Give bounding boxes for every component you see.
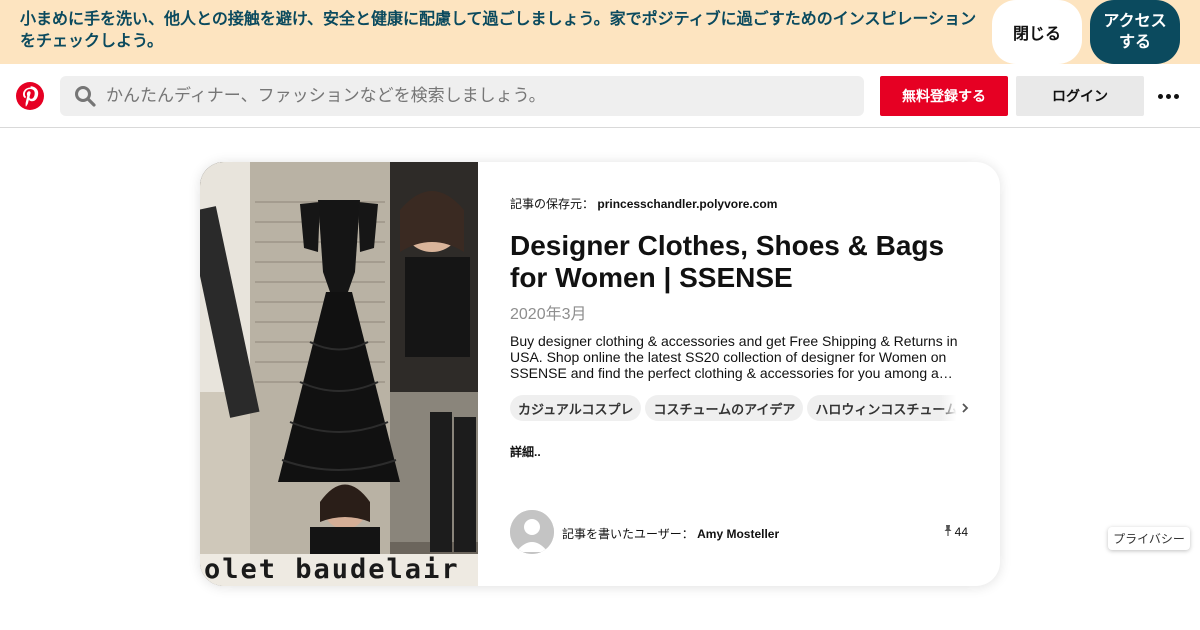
ellipsis-icon[interactable]: [1156, 86, 1180, 106]
signup-button[interactable]: 無料登録する: [880, 76, 1008, 116]
author-name-link[interactable]: Amy Mosteller: [697, 527, 779, 541]
author-info: 記事を書いたユーザー： Amy Mosteller: [562, 525, 779, 542]
access-button-label: アクセスする: [1103, 13, 1167, 51]
search-icon: [74, 85, 96, 107]
tag-chip[interactable]: カジュアルコスプレ: [510, 395, 642, 421]
privacy-button[interactable]: プライバシー: [1108, 527, 1190, 550]
saved-from-label: 記事の保存元：: [510, 197, 595, 211]
pin-details: 記事の保存元： princesschandler.polyvore.com De…: [510, 162, 970, 586]
tag-list: カジュアルコスプレ コスチュームのアイデア ハロウィンコスチューム: [510, 395, 970, 423]
search-bar[interactable]: [60, 76, 864, 116]
avatar[interactable]: [510, 510, 554, 554]
pin-date: 2020年3月: [510, 306, 587, 323]
more-details-link[interactable]: 詳細..: [510, 443, 541, 460]
pin-title[interactable]: Designer Clothes, Shoes & Bags for Women…: [510, 230, 970, 294]
saved-from-source-link[interactable]: princesschandler.polyvore.com: [597, 197, 777, 211]
tag-chip[interactable]: コスチュームのアイデア: [645, 395, 804, 421]
pinterest-logo-icon[interactable]: [16, 82, 44, 110]
login-button[interactable]: ログイン: [1016, 76, 1144, 116]
author-row: 記事を書いたユーザー： Amy Mosteller 44: [510, 510, 970, 554]
info-banner: 小まめに手を洗い、他人との接触を避け、安全と健康に配慮して過ごしましょう。家でポ…: [0, 0, 1200, 64]
pin-image[interactable]: olet baudelair: [200, 162, 478, 586]
image-caption: olet baudelair: [204, 554, 460, 585]
top-header: 無料登録する ログイン: [0, 64, 1200, 128]
pin-count: 44: [943, 524, 968, 539]
close-button[interactable]: 閉じる: [992, 0, 1082, 64]
access-button[interactable]: アクセスする: [1090, 0, 1180, 64]
pin-description: Buy designer clothing & accessories and …: [510, 333, 958, 381]
pin-count-value: 44: [954, 524, 968, 539]
chevron-right-icon[interactable]: [940, 395, 970, 421]
author-label: 記事を書いたユーザー：: [562, 527, 694, 541]
pushpin-icon: [943, 524, 953, 539]
saved-from: 記事の保存元： princesschandler.polyvore.com: [510, 195, 777, 212]
search-input[interactable]: [106, 76, 846, 116]
banner-message: 小まめに手を洗い、他人との接触を避け、安全と健康に配慮して過ごしましょう。家でポ…: [20, 11, 977, 50]
pin-card: olet baudelair 記事の保存元： princesschandler.…: [200, 162, 1000, 586]
